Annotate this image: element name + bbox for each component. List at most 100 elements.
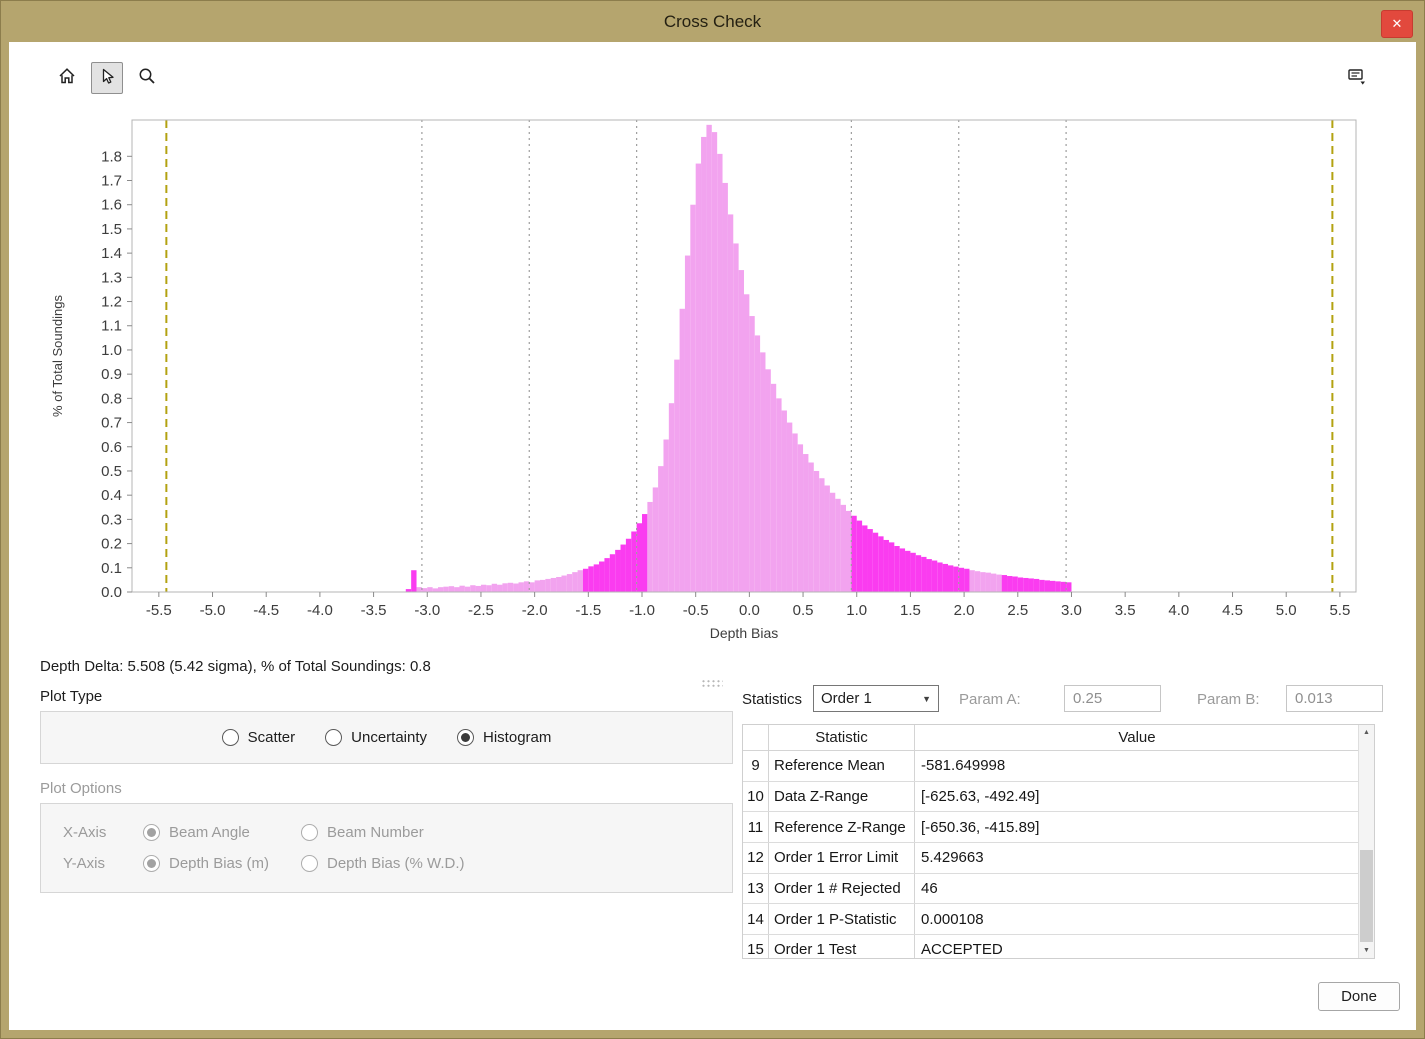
order-select[interactable]: Order 1 ▼ [813,685,939,712]
scroll-thumb[interactable] [1360,850,1373,942]
svg-text:3.0: 3.0 [1061,602,1082,619]
histogram-chart-area[interactable]: -5.5-5.0-4.5-4.0-3.5-3.0-2.5-2.0-1.5-1.0… [40,112,1364,652]
svg-text:0.1: 0.1 [101,560,122,577]
svg-text:4.5: 4.5 [1222,602,1243,619]
radio-beam-number: Beam Number [301,824,424,841]
svg-text:-5.0: -5.0 [200,602,226,619]
svg-text:-2.5: -2.5 [468,602,494,619]
radio-scatter[interactable]: Scatter [222,729,296,746]
statistics-label: Statistics [742,691,802,708]
done-button[interactable]: Done [1318,982,1400,1011]
svg-text:5.0: 5.0 [1276,602,1297,619]
svg-text:-0.5: -0.5 [683,602,709,619]
y-axis-row: Y-Axis Depth Bias (m) Depth Bias (% W.D.… [41,855,732,872]
radio-dot [457,729,474,746]
scroll-up-button[interactable]: ▲ [1359,725,1374,740]
radio-dot [143,855,160,872]
scroll-down-button[interactable]: ▼ [1359,943,1374,958]
annotations-menu-icon [1346,66,1368,93]
statistic-cell: Reference Z-Range [769,812,915,842]
statistics-table: Statistic Value 9Reference Mean-581.6499… [742,724,1375,959]
svg-text:5.5: 5.5 [1329,602,1350,619]
zoom-tool-button[interactable] [131,62,163,94]
cross-check-dialog: Cross Check ✕ [0,0,1425,1039]
statistics-table-grid: Statistic Value 9Reference Mean-581.6499… [743,725,1359,958]
plot-type-group: Scatter Uncertainty Histogram [40,711,733,764]
splitter-grip[interactable] [701,679,723,688]
dialog-content: -5.5-5.0-4.5-4.0-3.5-3.0-2.5-2.0-1.5-1.0… [9,42,1416,1030]
radio-depth-bias-m: Depth Bias (m) [143,855,301,872]
radio-dot [301,855,318,872]
histogram-chart[interactable]: -5.5-5.0-4.5-4.0-3.5-3.0-2.5-2.0-1.5-1.0… [40,112,1364,652]
svg-text:0.7: 0.7 [101,415,122,432]
radio-histogram[interactable]: Histogram [457,729,551,746]
statistic-cell: Order 1 Test [769,935,915,958]
radio-label: Beam Angle [169,824,250,841]
header-blank [743,725,769,750]
svg-text:1.0: 1.0 [101,342,122,359]
svg-text:-1.5: -1.5 [575,602,601,619]
svg-text:0.9: 0.9 [101,366,122,383]
value-cell: 0.000108 [915,904,1359,934]
statistic-cell: Order 1 Error Limit [769,843,915,873]
radio-beam-angle: Beam Angle [143,824,301,841]
header-statistic[interactable]: Statistic [769,725,915,750]
svg-text:-3.0: -3.0 [414,602,440,619]
table-scrollbar[interactable]: ▲ ▼ [1358,725,1374,958]
row-number: 10 [743,782,769,812]
home-icon [57,66,77,91]
value-cell: ACCEPTED [915,935,1359,958]
svg-text:% of Total Soundings: % of Total Soundings [50,295,65,417]
table-row[interactable]: 13Order 1 # Rejected46 [743,874,1359,905]
table-row[interactable]: 12Order 1 Error Limit5.429663 [743,843,1359,874]
svg-text:2.5: 2.5 [1007,602,1028,619]
x-axis-label: X-Axis [63,824,109,841]
table-row[interactable]: 14Order 1 P-Statistic0.000108 [743,904,1359,935]
row-number: 15 [743,935,769,958]
svg-text:1.3: 1.3 [101,269,122,286]
statistic-cell: Data Z-Range [769,782,915,812]
status-line: Depth Delta: 5.508 (5.42 sigma), % of To… [40,658,431,675]
param-b-label: Param B: [1197,691,1260,708]
header-value[interactable]: Value [915,725,1359,750]
row-number: 13 [743,874,769,904]
table-row[interactable]: 11Reference Z-Range[-650.36, -415.89] [743,812,1359,843]
home-button[interactable] [51,62,83,94]
statistic-cell: Order 1 P-Statistic [769,904,915,934]
svg-text:-5.5: -5.5 [146,602,172,619]
plot-options-label: Plot Options [40,780,122,797]
table-row[interactable]: 9Reference Mean-581.649998 [743,751,1359,782]
radio-label: Histogram [483,729,551,746]
svg-text:0.3: 0.3 [101,511,122,528]
value-cell: 46 [915,874,1359,904]
param-a-label: Param A: [959,691,1021,708]
titlebar[interactable]: Cross Check [1,1,1424,42]
statistic-cell: Reference Mean [769,751,915,781]
radio-label: Depth Bias (m) [169,855,269,872]
svg-text:1.7: 1.7 [101,173,122,190]
row-number: 12 [743,843,769,873]
plot-type-label: Plot Type [40,688,102,705]
svg-text:0.5: 0.5 [793,602,814,619]
svg-text:1.0: 1.0 [846,602,867,619]
close-button[interactable]: ✕ [1381,10,1413,38]
svg-text:2.0: 2.0 [954,602,975,619]
radio-label: Beam Number [327,824,424,841]
row-number: 14 [743,904,769,934]
y-axis-label: Y-Axis [63,855,109,872]
radio-label: Uncertainty [351,729,427,746]
annotations-menu-button[interactable] [1342,64,1372,94]
table-row[interactable]: 15Order 1 TestACCEPTED [743,935,1359,958]
svg-text:0.0: 0.0 [101,584,122,601]
svg-text:1.2: 1.2 [101,294,122,311]
radio-uncertainty[interactable]: Uncertainty [325,729,427,746]
radio-dot [143,824,160,841]
value-cell: 5.429663 [915,843,1359,873]
param-a-input [1064,685,1161,712]
order-select-value: Order 1 [821,690,872,707]
svg-text:-2.0: -2.0 [522,602,548,619]
chart-toolbar [51,62,163,94]
table-row[interactable]: 10Data Z-Range[-625.63, -492.49] [743,782,1359,813]
pointer-tool-button[interactable] [91,62,123,94]
svg-text:1.5: 1.5 [900,602,921,619]
